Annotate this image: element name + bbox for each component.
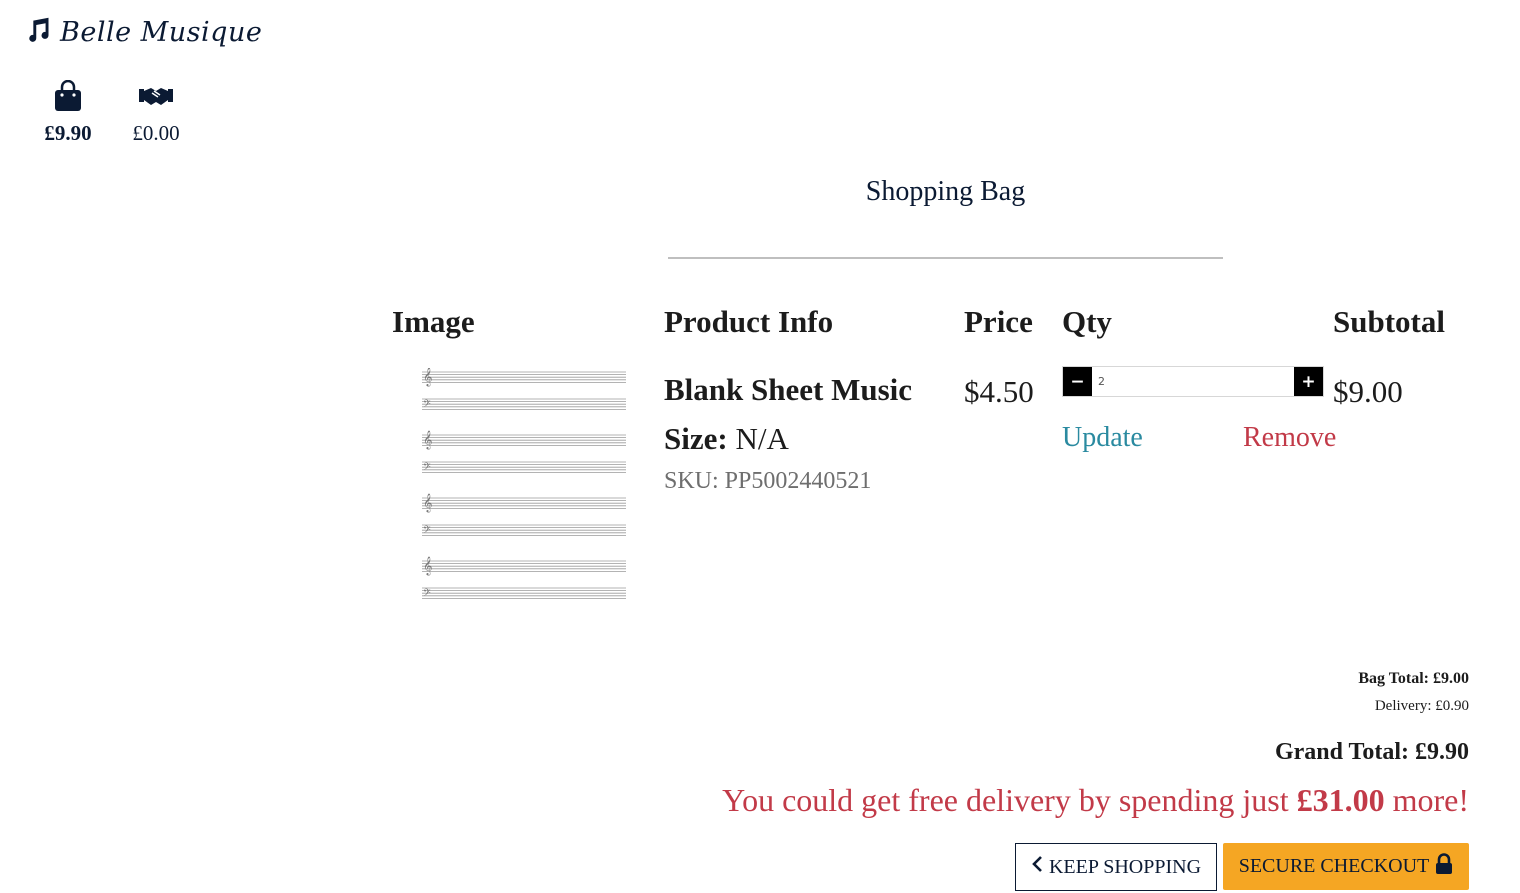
- blank-sheet-music-image[interactable]: 𝄞 𝄢 𝄞 𝄢 𝄞 𝄢 𝄞 𝄢: [420, 367, 628, 608]
- delivery-cost: Delivery: £0.90: [1374, 698, 1469, 714]
- header-image: Image: [392, 304, 475, 339]
- header-subtotal: Subtotal: [1333, 304, 1445, 339]
- title-divider: [668, 257, 1223, 259]
- header-qty: Qty: [1062, 304, 1112, 339]
- handshake-icon: [139, 80, 173, 117]
- svg-text:𝄢: 𝄢: [423, 461, 431, 475]
- svg-text:𝄞: 𝄞: [423, 430, 432, 450]
- svg-text:𝄢: 𝄢: [423, 587, 431, 601]
- increment-qty-button[interactable]: +: [1294, 367, 1323, 396]
- page-title: Shopping Bag: [865, 176, 1026, 207]
- product-subtotal: $9.00: [1333, 374, 1403, 409]
- bag-total: Bag Total: £9.00: [1358, 670, 1469, 687]
- product-size: Size: N/A: [664, 421, 789, 457]
- header-product-info: Product Info: [664, 304, 834, 339]
- lock-icon: [1435, 852, 1453, 881]
- header-nav: £9.90 £0.00: [40, 79, 184, 146]
- quantity-stepper: − +: [1062, 366, 1324, 397]
- product-name: Blank Sheet Music: [664, 372, 913, 407]
- quantity-input[interactable]: [1092, 367, 1294, 396]
- keep-shopping-button[interactable]: KEEP SHOPPING: [1015, 843, 1217, 891]
- shopping-bag-icon: [53, 79, 83, 117]
- bag-total-amount: £9.90: [44, 121, 92, 145]
- product-size-value: N/A: [735, 421, 789, 456]
- chevron-left-icon: [1031, 855, 1043, 879]
- grand-total: Grand Total: £9.90: [1274, 739, 1469, 765]
- product-price: $4.50: [964, 374, 1034, 409]
- product-sku: SKU: PP5002440521: [664, 468, 872, 494]
- svg-text:𝄞: 𝄞: [423, 556, 432, 576]
- secure-checkout-label: SECURE CHECKOUT: [1238, 855, 1430, 877]
- secure-checkout-button[interactable]: SECURE CHECKOUT: [1223, 843, 1469, 890]
- free-delivery-suffix: more!: [1392, 782, 1469, 818]
- free-delivery-message: You could get free delivery by spending …: [722, 782, 1469, 819]
- decrement-qty-button[interactable]: −: [1063, 367, 1092, 396]
- brand-logo[interactable]: Belle Musique: [24, 16, 262, 49]
- svg-text:𝄢: 𝄢: [423, 524, 431, 538]
- keep-shopping-label: KEEP SHOPPING: [1048, 855, 1202, 878]
- deals-link[interactable]: £0.00: [128, 80, 184, 146]
- music-note-icon: [24, 16, 52, 49]
- update-link[interactable]: Update: [1062, 422, 1143, 454]
- svg-text:𝄢: 𝄢: [423, 398, 431, 412]
- shopping-bag-link[interactable]: £9.90: [40, 79, 96, 146]
- product-size-label: Size:: [664, 421, 728, 456]
- svg-text:𝄞: 𝄞: [423, 493, 432, 513]
- header-price: Price: [964, 304, 1033, 339]
- svg-text:𝄞: 𝄞: [423, 368, 432, 387]
- remove-link[interactable]: Remove: [1243, 422, 1336, 454]
- brand-name: Belle Musique: [60, 17, 263, 48]
- free-delivery-amount: £31.00: [1296, 782, 1385, 818]
- deals-amount: £0.00: [132, 121, 180, 145]
- free-delivery-prefix: You could get free delivery by spending …: [722, 782, 1289, 818]
